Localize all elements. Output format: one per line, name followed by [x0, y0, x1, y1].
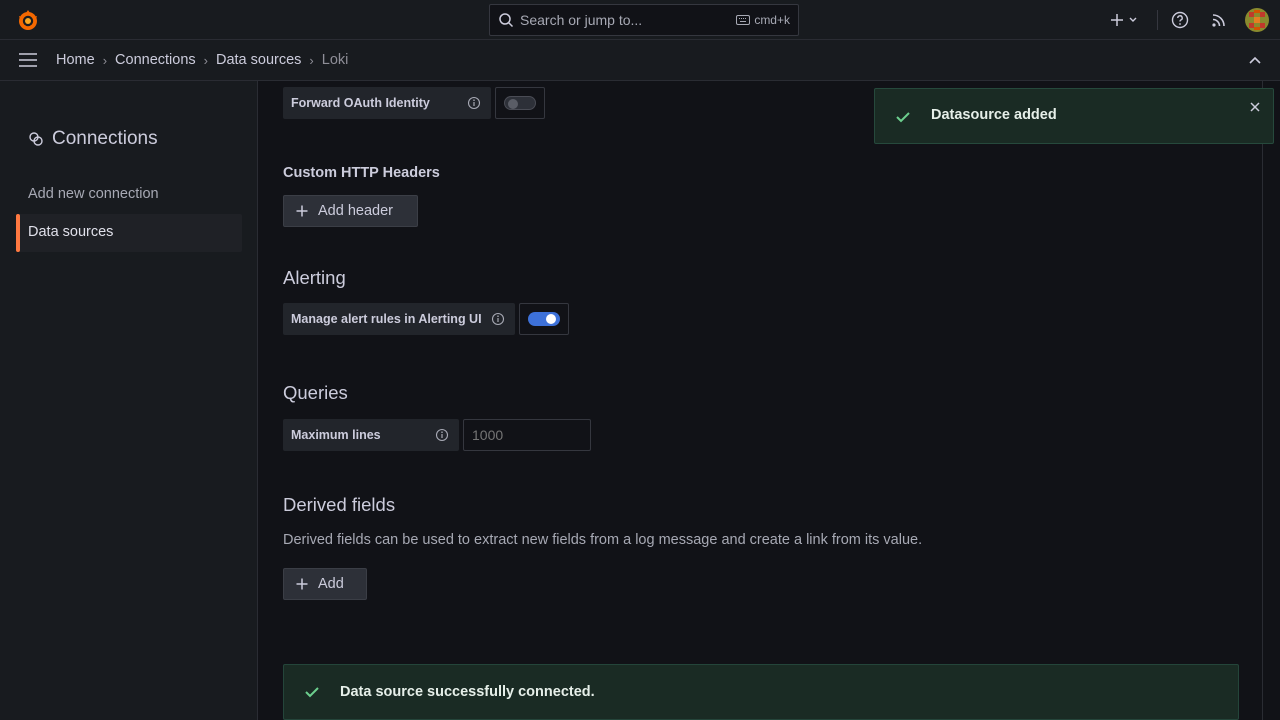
- custom-headers-title: Custom HTTP Headers: [283, 165, 440, 181]
- alerting-title: Alerting: [283, 267, 346, 288]
- maximum-lines-label: Maximum lines: [283, 419, 459, 451]
- forward-oauth-toggle[interactable]: [495, 87, 545, 119]
- maximum-lines-input[interactable]: [463, 419, 591, 451]
- rss-feed-icon[interactable]: [1210, 11, 1228, 29]
- breadcrumb-separator: ›: [102, 52, 108, 68]
- search-shortcut: cmd+k: [736, 13, 790, 27]
- derived-fields-title: Derived fields: [283, 494, 396, 515]
- maximum-lines-label-text: Maximum lines: [291, 428, 381, 442]
- add-derived-field-label: Add: [318, 576, 344, 592]
- breadcrumb-data-sources[interactable]: Data sources: [216, 52, 301, 68]
- divider: [1157, 10, 1158, 30]
- success-alert: Data source successfully connected.: [283, 664, 1239, 720]
- plus-icon: [296, 578, 308, 590]
- toggle-switch-on[interactable]: [528, 312, 560, 326]
- check-icon: [305, 687, 319, 698]
- info-icon[interactable]: [467, 96, 481, 110]
- close-icon[interactable]: [1249, 101, 1261, 113]
- new-menu-button[interactable]: [1110, 10, 1142, 30]
- search-icon: [499, 13, 514, 28]
- sidebar-item-add-new-connection[interactable]: Add new connection: [28, 186, 159, 202]
- breadcrumb-connections[interactable]: Connections: [115, 52, 196, 68]
- keyboard-icon: [736, 15, 751, 25]
- link-icon: [29, 132, 43, 146]
- help-icon[interactable]: [1171, 11, 1189, 29]
- manage-alert-rules-label: Manage alert rules in Alerting UI: [283, 303, 515, 335]
- forward-oauth-label: Forward OAuth Identity: [283, 87, 491, 119]
- add-header-button[interactable]: Add header: [283, 195, 418, 227]
- sidebar-item-data-sources-label[interactable]: Data sources: [28, 224, 113, 240]
- check-icon: [896, 112, 910, 123]
- plus-icon: [1111, 14, 1123, 26]
- breadcrumb-home[interactable]: Home: [56, 52, 95, 68]
- success-alert-message: Data source successfully connected.: [340, 684, 595, 700]
- derived-fields-description: Derived fields can be used to extract ne…: [283, 532, 923, 548]
- add-header-label: Add header: [318, 203, 393, 219]
- grafana-logo-icon[interactable]: [16, 8, 40, 32]
- toast-notification: Datasource added: [874, 88, 1274, 144]
- search-bar[interactable]: Search or jump to... cmd+k: [489, 4, 799, 36]
- queries-title: Queries: [283, 382, 348, 403]
- breadcrumb-separator: ›: [309, 52, 314, 68]
- chevron-down-icon: [1129, 17, 1137, 22]
- sidebar-title: Connections: [28, 128, 158, 150]
- sidebar: [0, 81, 258, 720]
- info-icon[interactable]: [435, 428, 449, 442]
- breadcrumb-current: Loki: [321, 52, 349, 68]
- toast-message: Datasource added: [931, 107, 1057, 123]
- breadcrumb-separator: ›: [203, 52, 208, 68]
- hamburger-menu-icon[interactable]: [18, 52, 38, 68]
- search-placeholder: Search or jump to...: [520, 12, 643, 28]
- info-icon[interactable]: [491, 312, 505, 326]
- chevron-up-icon[interactable]: [1247, 53, 1263, 67]
- forward-oauth-label-text: Forward OAuth Identity: [291, 96, 430, 110]
- toggle-switch-off[interactable]: [504, 96, 536, 110]
- plus-icon: [296, 205, 308, 217]
- user-avatar[interactable]: [1245, 8, 1269, 32]
- manage-alert-rules-toggle[interactable]: [519, 303, 569, 335]
- manage-alert-rules-label-text: Manage alert rules in Alerting UI: [291, 312, 482, 326]
- active-indicator: [16, 214, 20, 252]
- search-shortcut-label: cmd+k: [754, 13, 790, 27]
- breadcrumb: Home › Connections › Data sources › Loki: [56, 51, 348, 69]
- add-derived-field-button[interactable]: Add: [283, 568, 367, 600]
- sidebar-title-label: Connections: [52, 128, 158, 149]
